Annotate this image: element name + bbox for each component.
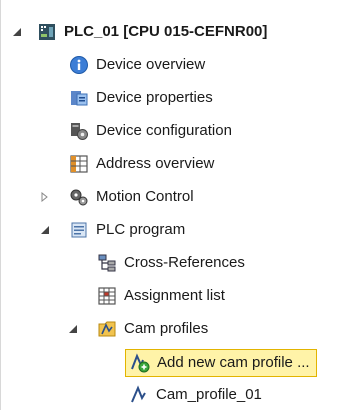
- assignment-list-icon: [97, 286, 117, 306]
- cam-folder-icon: [97, 319, 117, 339]
- collapse-arrow-icon[interactable]: [67, 323, 79, 335]
- tree-item-device-overview[interactable]: Device overview: [69, 52, 205, 78]
- cam-profile-icon: [129, 385, 149, 405]
- configuration-icon: [69, 121, 89, 141]
- info-icon: [69, 55, 89, 75]
- tree-item-assignment-list[interactable]: Assignment list: [97, 283, 225, 309]
- tree-item-add-new-cam-profile[interactable]: Add new cam profile ...: [125, 349, 317, 377]
- tree-item-address-overview[interactable]: Address overview: [69, 151, 214, 177]
- cross-reference-icon: [97, 253, 117, 273]
- tree-root-plc[interactable]: PLC_01 [CPU 015-CEFNR00]: [11, 19, 267, 45]
- plc-cpu-icon: [37, 22, 57, 42]
- tree-item-motion-control[interactable]: Motion Control: [39, 184, 194, 210]
- tree-item-cam-profiles[interactable]: Cam profiles: [67, 316, 208, 342]
- project-tree: PLC_01 [CPU 015-CEFNR00] Device overview…: [0, 0, 341, 410]
- program-folder-icon: [69, 220, 89, 240]
- collapse-arrow-icon[interactable]: [11, 26, 23, 38]
- address-table-icon: [69, 154, 89, 174]
- properties-icon: [69, 88, 89, 108]
- tree-item-cross-references[interactable]: Cross-References: [97, 250, 245, 276]
- tree-item-cam-profile-01[interactable]: Cam_profile_01: [129, 382, 262, 408]
- tree-item-device-configuration[interactable]: Device configuration: [69, 118, 232, 144]
- tree-item-device-properties[interactable]: Device properties: [69, 85, 213, 111]
- motion-gears-icon: [69, 187, 89, 207]
- expand-arrow-icon[interactable]: [39, 191, 51, 203]
- tree-root-label: PLC_01 [CPU 015-CEFNR00]: [64, 23, 268, 40]
- tree-item-plc-program[interactable]: PLC program: [39, 217, 185, 243]
- add-cam-profile-icon: [130, 353, 150, 373]
- collapse-arrow-icon[interactable]: [39, 224, 51, 236]
